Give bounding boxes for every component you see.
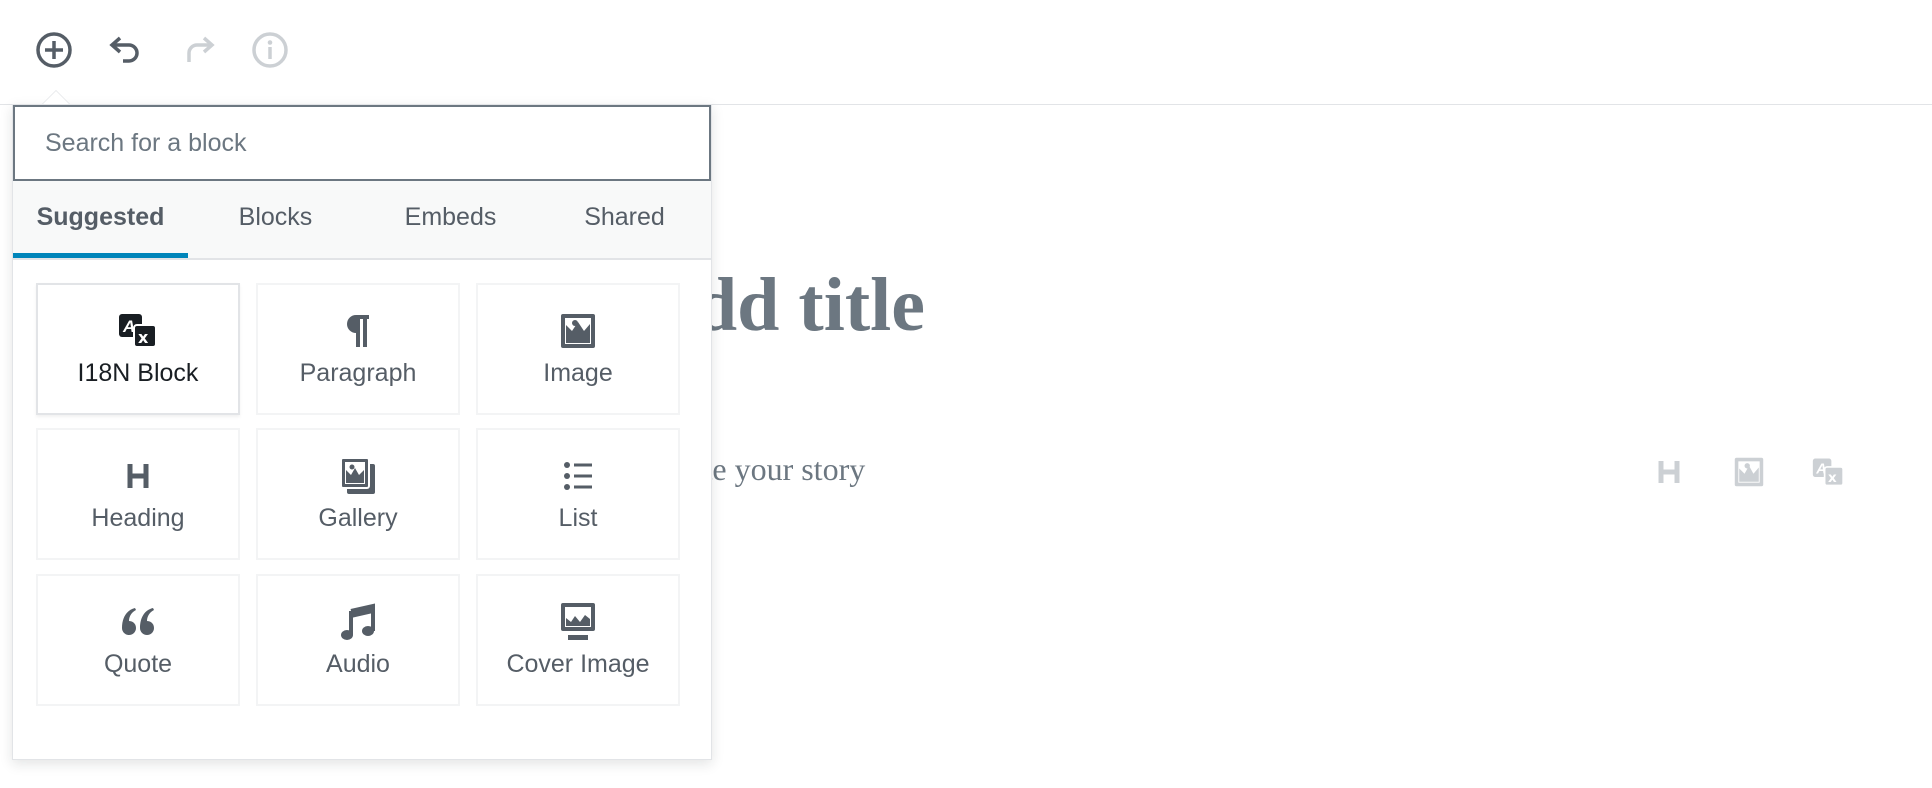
quick-insert-heading[interactable] bbox=[1653, 456, 1685, 488]
block-label: Heading bbox=[91, 503, 185, 532]
block-label: Paragraph bbox=[299, 358, 417, 387]
audio-icon bbox=[341, 602, 375, 640]
block-search-input[interactable] bbox=[13, 105, 711, 181]
undo-button[interactable] bbox=[104, 28, 148, 72]
image-icon bbox=[1734, 457, 1764, 487]
block-item-quote[interactable]: Quote bbox=[36, 574, 240, 706]
gallery-icon bbox=[340, 456, 375, 494]
block-item-paragraph[interactable]: Paragraph bbox=[256, 283, 460, 415]
info-icon bbox=[252, 32, 288, 68]
plus-circle-icon bbox=[36, 32, 72, 68]
tab-shared[interactable]: Shared bbox=[538, 181, 711, 258]
heading-icon bbox=[1658, 461, 1680, 483]
image-icon bbox=[561, 313, 595, 348]
block-label: Quote bbox=[103, 649, 173, 678]
popover-arrow bbox=[42, 90, 70, 104]
block-item-i18n[interactable]: Ax I18N Block bbox=[36, 283, 240, 415]
undo-icon bbox=[109, 36, 139, 63]
block-item-gallery[interactable]: Gallery bbox=[256, 428, 460, 560]
quick-insert-image[interactable] bbox=[1733, 456, 1765, 488]
tab-embeds[interactable]: Embeds bbox=[363, 181, 538, 258]
svg-text:x: x bbox=[138, 328, 149, 347]
block-item-list[interactable]: List bbox=[476, 428, 680, 560]
block-label: Cover Image bbox=[506, 649, 650, 678]
tab-suggested[interactable]: Suggested bbox=[13, 181, 188, 258]
list-icon bbox=[564, 461, 592, 490]
block-label: List bbox=[558, 503, 598, 532]
block-inserter-popover: Suggested Blocks Embeds Shared Ax I18N B… bbox=[12, 104, 712, 760]
quick-insert-translation[interactable]: Ax bbox=[1812, 456, 1844, 488]
redo-button[interactable] bbox=[176, 28, 220, 72]
quote-icon bbox=[122, 607, 154, 635]
paragraph-icon bbox=[347, 314, 369, 347]
translation-icon: Ax bbox=[119, 313, 157, 348]
block-label: Image bbox=[543, 358, 613, 387]
block-label: Gallery bbox=[318, 503, 398, 532]
heading-icon bbox=[127, 463, 149, 488]
info-button[interactable] bbox=[248, 28, 292, 72]
tab-blocks[interactable]: Blocks bbox=[188, 181, 363, 258]
block-label: I18N Block bbox=[77, 358, 199, 387]
block-item-heading[interactable]: Heading bbox=[36, 428, 240, 560]
inserter-tabs: Suggested Blocks Embeds Shared bbox=[13, 181, 711, 260]
block-item-image[interactable]: Image bbox=[476, 283, 680, 415]
redo-icon bbox=[187, 36, 215, 62]
svg-text:x: x bbox=[1828, 470, 1837, 486]
cover-image-icon bbox=[561, 602, 595, 640]
block-item-cover-image[interactable]: Cover Image bbox=[476, 574, 680, 706]
add-block-button[interactable] bbox=[32, 28, 76, 72]
block-label: Audio bbox=[326, 649, 390, 678]
translation-icon: Ax bbox=[1812, 458, 1844, 487]
editor-toolbar bbox=[0, 0, 1932, 105]
block-item-audio[interactable]: Audio bbox=[256, 574, 460, 706]
